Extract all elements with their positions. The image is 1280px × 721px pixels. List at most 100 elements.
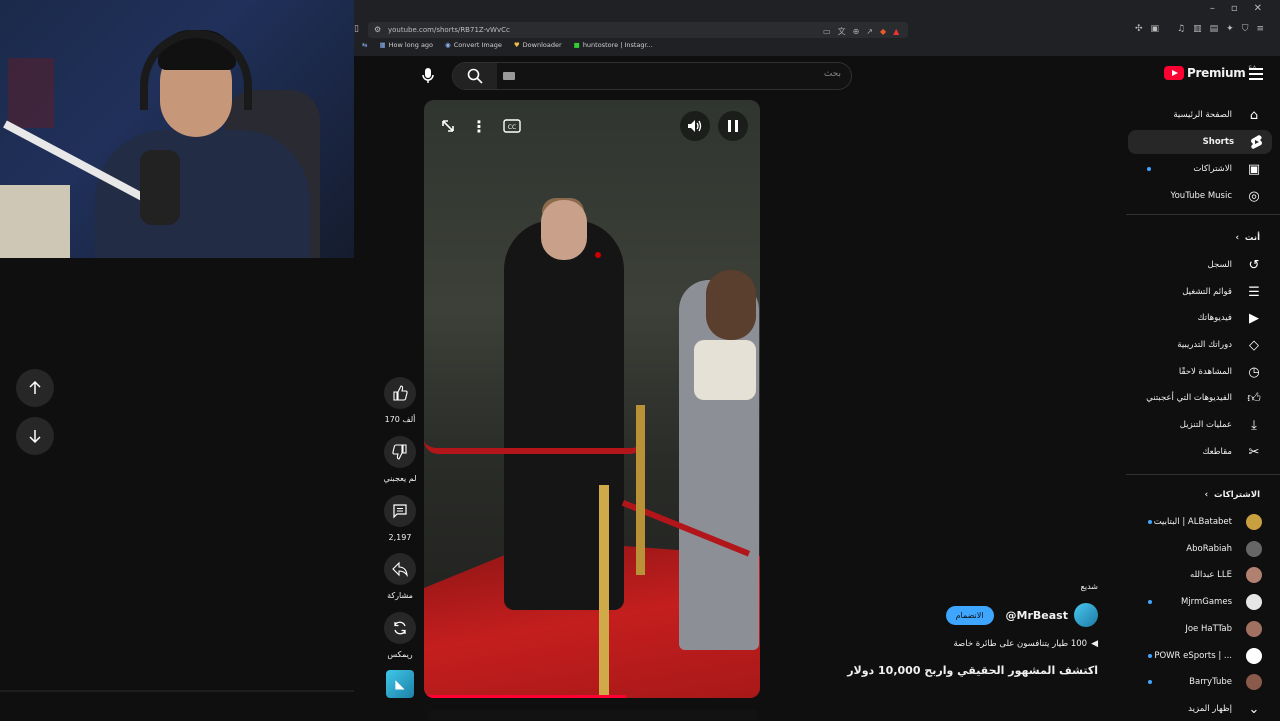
maximize-button[interactable]: ▫ — [1231, 3, 1238, 14]
extensions-icon[interactable]: ✣ — [1135, 24, 1143, 34]
new-content-dot — [1147, 167, 1151, 171]
sidebar-subscription-item[interactable]: POWR eSports | ... — [1112, 644, 1262, 668]
share-icon[interactable]: ↗ — [866, 24, 873, 40]
share-arrow-icon — [392, 561, 408, 577]
url-text: youtube.com/shorts/RB71Z-vWvCc — [388, 26, 510, 34]
sidebar-section-subscriptions[interactable]: ‹ الاشتراكات — [1205, 490, 1260, 500]
sidebar-item-courses[interactable]: دوراتك التدريبية ◇ — [1112, 333, 1262, 357]
keyboard-icon[interactable] — [503, 72, 515, 80]
zoom-icon[interactable]: ⊕ — [853, 24, 860, 40]
channel-avatar[interactable] — [1074, 603, 1098, 627]
reading-list-icon[interactable]: ▤ — [1210, 24, 1219, 34]
youtube-logo[interactable]: Premium SA — [1164, 65, 1256, 80]
stanchion-post-front — [599, 485, 609, 698]
sidebar-item-downloads[interactable]: عمليات التنزيل ⤓ — [1112, 413, 1262, 437]
comments-button[interactable] — [384, 495, 416, 527]
channel-avatar-icon — [1246, 514, 1262, 530]
channel-name[interactable]: @MrBeast — [1006, 609, 1068, 622]
sidebar-item-home[interactable]: الصفحة الرئيسية ⌂ — [1112, 103, 1262, 127]
music-control-icon[interactable]: ♫ — [1177, 24, 1185, 34]
share-action[interactable]: مشاركة — [384, 553, 416, 600]
shorts-video-player[interactable]: ⋮ CC — [424, 100, 760, 698]
sidebar-item-liked-videos[interactable]: الفيديوهات التي أعجبتني 👍︎ — [1112, 386, 1262, 410]
site-info-icon[interactable]: ⚙ — [374, 22, 381, 38]
cast-icon[interactable]: ▭ — [823, 24, 831, 40]
video-title: اكتشف المشهور الحقيقي واربح 10,000 دولار — [847, 664, 1098, 677]
pause-icon — [728, 120, 738, 132]
search-button[interactable] — [453, 63, 497, 89]
menu-icon[interactable]: ≡ — [1256, 24, 1264, 34]
hamburger-menu-icon[interactable] — [1249, 68, 1263, 80]
like-action[interactable]: 170 ألف — [384, 377, 416, 424]
wallet-icon[interactable]: ▣ — [1151, 24, 1160, 34]
bookmark-downloader[interactable]: ♥ Downloader — [514, 41, 562, 49]
sidebar-item-watch-later[interactable]: المشاهدة لاحقًا ◷ — [1112, 360, 1262, 384]
leo-icon[interactable]: ✦ — [1226, 24, 1234, 34]
share-button[interactable] — [384, 553, 416, 585]
dislike-action[interactable]: لم يعجبني — [383, 436, 417, 483]
bookmark-how-long-ago[interactable]: ▦ How long ago — [379, 41, 433, 49]
bookmarks-toggle-icon[interactable]: ⇆ — [362, 41, 367, 49]
sidebar-item-history[interactable]: السجل ↺ — [1112, 253, 1262, 277]
minimize-button[interactable]: – — [1210, 3, 1215, 14]
subscribe-button[interactable]: الانضمام — [945, 605, 994, 625]
captions-button[interactable]: CC — [498, 112, 526, 140]
search-box[interactable]: بحث — [452, 62, 852, 90]
sidebar-subscription-item[interactable]: Joe HaTTab — [1112, 617, 1262, 641]
sidebar-item-subscriptions[interactable]: الاشتراكات ▣ — [1112, 157, 1262, 181]
voice-search-button[interactable] — [414, 64, 442, 88]
remix-action[interactable]: ريمكس — [384, 612, 416, 659]
volume-button[interactable] — [680, 111, 710, 141]
pause-button[interactable] — [718, 111, 748, 141]
video-progress-bar[interactable] — [424, 695, 626, 698]
sidebar-item-clips[interactable]: مقاطعك ✂ — [1112, 440, 1262, 464]
sidebar-subscription-item[interactable]: MjrmGames — [1112, 590, 1262, 614]
youtube-play-icon — [1164, 66, 1184, 80]
next-short-preview[interactable] — [428, 710, 758, 720]
bookmarks-bar: ⇆ ▦ How long ago ◉ Convert Image ♥ Download… — [362, 41, 653, 49]
sidebar-item-youtube-music[interactable]: YouTube Music ◎ — [1112, 184, 1262, 208]
translate-icon[interactable]: 文 — [838, 24, 846, 40]
sidebar-item-your-videos[interactable]: فيديوهاتك ▶ — [1112, 306, 1262, 330]
thumbs-down-icon — [392, 444, 407, 460]
sidebar-subscription-item[interactable]: AboRabiah — [1112, 537, 1262, 561]
sidebar-item-shorts[interactable]: Shorts — [1128, 130, 1272, 154]
sidebar-subscription-item[interactable]: عبدالله LLE — [1112, 563, 1262, 587]
like-count: 170 ألف — [384, 415, 416, 424]
like-button[interactable] — [384, 377, 416, 409]
address-bar[interactable]: ⚙ youtube.com/shorts/RB71Z-vWvCc ▭ 文 ⊕ ↗… — [368, 22, 908, 38]
sidebar-item-label: الاشتراكات — [1193, 164, 1232, 174]
sidebar-item-playlists[interactable]: قوائم التشغيل ☰ — [1112, 280, 1262, 304]
sidebar-item-label: مقاطعك — [1202, 447, 1232, 457]
close-button[interactable]: ✕ — [1254, 3, 1262, 14]
sidebar-section-you[interactable]: ‹ أنت — [1235, 233, 1260, 243]
bookmark-huntostore[interactable]: ■ huntostore | Instagr... — [574, 41, 653, 49]
shield-icon[interactable]: ◆ — [880, 24, 886, 40]
chevron-left-icon: ‹ — [1204, 490, 1209, 500]
comments-action[interactable]: 2,197 — [384, 495, 416, 542]
sidebar-subscription-item[interactable]: البتابيت | ALBatabet — [1112, 510, 1262, 534]
previous-short-button[interactable] — [16, 369, 54, 407]
shelf — [0, 185, 70, 258]
sidebar-icon[interactable]: ▥ — [1193, 24, 1202, 34]
sidebar-subscription-item[interactable]: BarryTube — [1112, 670, 1262, 694]
remix-button[interactable] — [384, 612, 416, 644]
fullscreen-button[interactable] — [434, 112, 462, 140]
headset — [140, 30, 252, 110]
dislike-label: لم يعجبني — [383, 474, 417, 483]
related-video-link[interactable]: ◀ 100 طيار يتنافسون على طائرة خاصة — [953, 639, 1098, 649]
rewards-icon[interactable]: ▲ — [893, 24, 899, 40]
thumbs-up-icon — [393, 385, 408, 401]
sidebar-show-more[interactable]: إظهار المزيد ⌄ — [1112, 697, 1262, 721]
vpn-icon[interactable]: ⛉ — [1242, 24, 1249, 34]
arrow-up-icon — [29, 381, 41, 394]
more-options-button[interactable]: ⋮ — [466, 112, 492, 140]
sidebar-item-label: MjrmGames — [1180, 597, 1232, 608]
share-label: مشاركة — [387, 591, 413, 600]
dislike-button[interactable] — [384, 436, 416, 468]
bookmark-convert-image[interactable]: ◉ Convert Image — [445, 41, 502, 49]
sound-channel-thumbnail[interactable]: ◣ — [386, 670, 414, 698]
section-title: أنت — [1244, 233, 1260, 243]
next-short-button[interactable] — [16, 417, 54, 455]
sidebar-item-label: عبدالله LLE — [1190, 570, 1232, 581]
